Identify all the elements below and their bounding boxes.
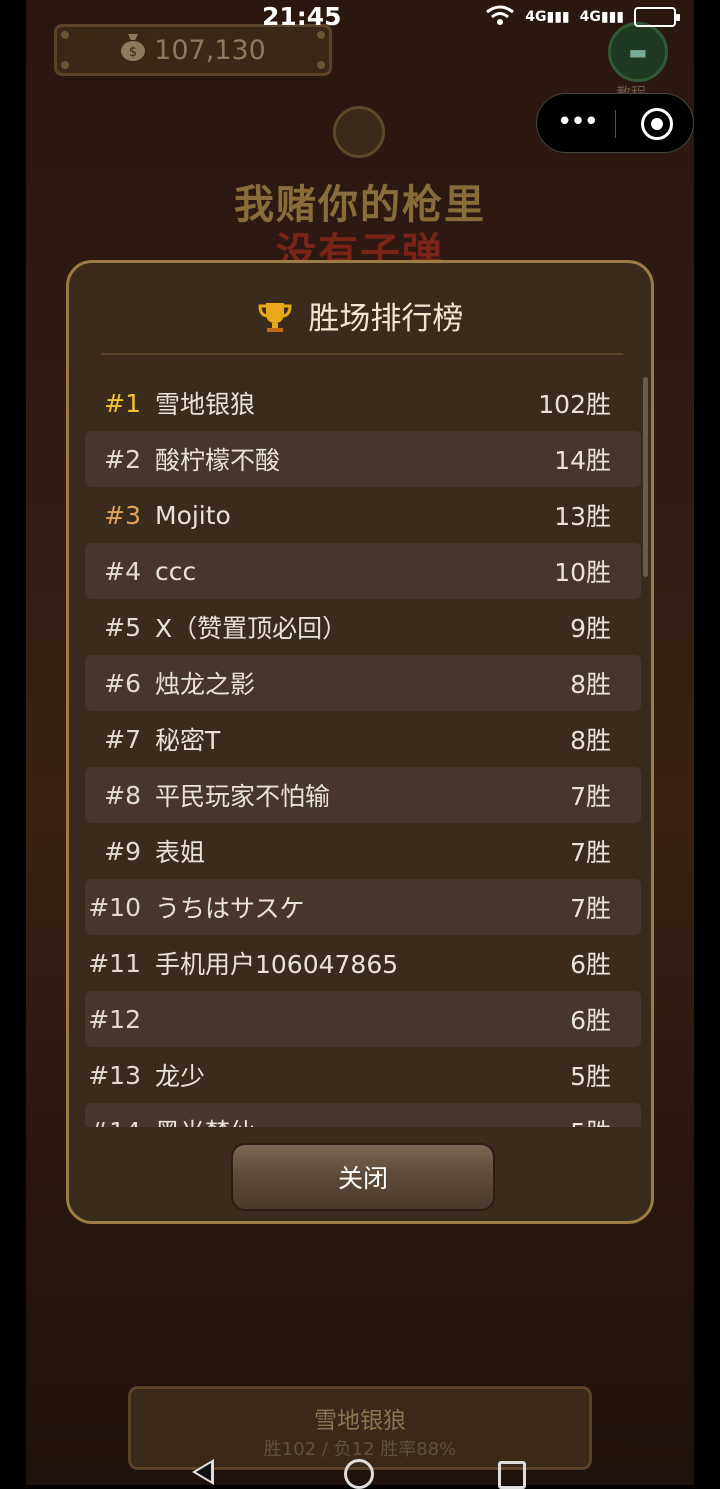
player-name: ccc (155, 556, 197, 586)
player-name: Mojito (155, 500, 231, 530)
signal-icon-2: 4G▮▮▮ (579, 9, 624, 25)
rank-label: #4 (104, 556, 141, 586)
header-divider (101, 353, 623, 355)
status-time: 21:45 (262, 2, 342, 31)
win-count: 7胜 (570, 782, 611, 811)
system-nav-bar (0, 1455, 720, 1489)
rank-label: #3 (104, 500, 141, 530)
status-bar: 21:45 4G▮▮▮ 4G▮▮▮ (0, 0, 720, 34)
leaderboard-header: 胜场排行榜 (69, 293, 651, 338)
bolt-icon (61, 61, 69, 69)
rank-label: #9 (104, 836, 141, 866)
signal-icon-1: 4G▮▮▮ (525, 9, 570, 25)
leaderboard-row: #11 手机用户106047865 6胜 (85, 935, 641, 991)
leaderboard-row: #14 黑光梦仙 5胜 (85, 1103, 641, 1127)
leaderboard-list[interactable]: #1 雪地银狼 102胜 #2 酸柠檬不酸 14胜 #3 Mojito 13胜 … (85, 371, 641, 1127)
list-scrollbar[interactable] (643, 377, 648, 577)
player-name: 龙少 (155, 1062, 206, 1091)
close-miniprogram-icon[interactable] (641, 108, 673, 140)
win-count: 7胜 (570, 894, 611, 923)
battery-icon (634, 7, 680, 27)
svg-text:$: $ (129, 45, 137, 60)
win-count: 6胜 (570, 1006, 611, 1035)
rank-label: #10 (88, 892, 141, 922)
leaderboard-row: #12 6胜 (85, 991, 641, 1047)
player-name: 表姐 (155, 838, 206, 867)
signal-label-1: 4G (525, 9, 547, 25)
rank-label: #1 (104, 388, 141, 418)
wifi-icon (485, 4, 515, 30)
player-name: 烛龙之影 (155, 670, 256, 699)
rank-label: #6 (104, 668, 141, 698)
player-name: 秘密T (155, 726, 221, 755)
leaderboard-row: #9 表姐 7胜 (85, 823, 641, 879)
close-button[interactable]: 关闭 (231, 1143, 495, 1211)
leaderboard-row: #2 酸柠檬不酸 14胜 (85, 431, 641, 487)
rank-label: #2 (104, 444, 141, 474)
win-count: 102胜 (538, 390, 611, 419)
leaderboard-row: #1 雪地银狼 102胜 (85, 375, 641, 431)
leaderboard-row: #6 烛龙之影 8胜 (85, 655, 641, 711)
back-icon[interactable] (192, 1459, 214, 1485)
leaderboard-row: #3 Mojito 13胜 (85, 487, 641, 543)
coin-amount: 107,130 (154, 34, 266, 66)
status-icons: 4G▮▮▮ 4G▮▮▮ (485, 4, 680, 30)
win-count: 7胜 (570, 838, 611, 867)
money-bag-icon: $ (120, 32, 146, 69)
miniprogram-capsule: ••• (536, 93, 694, 153)
win-count: 5胜 (521, 1113, 641, 1127)
leaderboard-row: #13 龙少 5胜 (85, 1047, 641, 1103)
revolver-cylinder-icon (333, 106, 385, 158)
bolt-icon (317, 61, 325, 69)
leaderboard-row: #4 ccc 10胜 (85, 543, 641, 599)
rank-label: #7 (104, 724, 141, 754)
win-count: 14胜 (554, 446, 611, 475)
player-name: X（赞置顶必回） (155, 614, 348, 643)
win-count: 8胜 (570, 670, 611, 699)
win-count: 6胜 (570, 950, 611, 979)
leaderboard-row: #5 X（赞置顶必回） 9胜 (85, 599, 641, 655)
leaderboard-modal: 胜场排行榜 #1 雪地银狼 102胜 #2 酸柠檬不酸 14胜 #3 Mojit… (66, 260, 654, 1224)
rank-label: #14 (85, 1117, 155, 1128)
rank-label: #5 (104, 612, 141, 642)
trophy-icon (257, 301, 303, 337)
rank-label: #12 (88, 1004, 141, 1034)
player-name: うちはサスケ (155, 894, 305, 923)
player-name: 黑光梦仙 (155, 1113, 521, 1127)
player-name: 酸柠檬不酸 (155, 446, 281, 475)
rank-label: #13 (88, 1060, 141, 1090)
leaderboard-row: #8 平民玩家不怕输 7胜 (85, 767, 641, 823)
win-count: 9胜 (570, 614, 611, 643)
win-count: 13胜 (554, 502, 611, 531)
game-title-line2: 没有子弹 (276, 230, 444, 260)
leaderboard-row: #7 秘密T 8胜 (85, 711, 641, 767)
win-count: 5胜 (570, 1062, 611, 1091)
book-icon: ▬ (628, 40, 648, 64)
win-count: 8胜 (570, 726, 611, 755)
more-icon[interactable]: ••• (557, 109, 599, 136)
signal-label-2: 4G (579, 9, 601, 25)
player-name: 平民玩家不怕输 (155, 782, 331, 811)
rank-label: #11 (88, 948, 141, 978)
rank-label: #8 (104, 780, 141, 810)
player-name: 手机用户106047865 (155, 950, 399, 979)
capsule-divider (615, 110, 616, 138)
leaderboard-title: 胜场排行榜 (308, 301, 464, 337)
player-card-name: 雪地银狼 (314, 1408, 406, 1434)
leaderboard-row: #10 うちはサスケ 7胜 (85, 879, 641, 935)
win-count: 10胜 (554, 558, 611, 587)
player-name: 雪地银狼 (155, 390, 256, 419)
